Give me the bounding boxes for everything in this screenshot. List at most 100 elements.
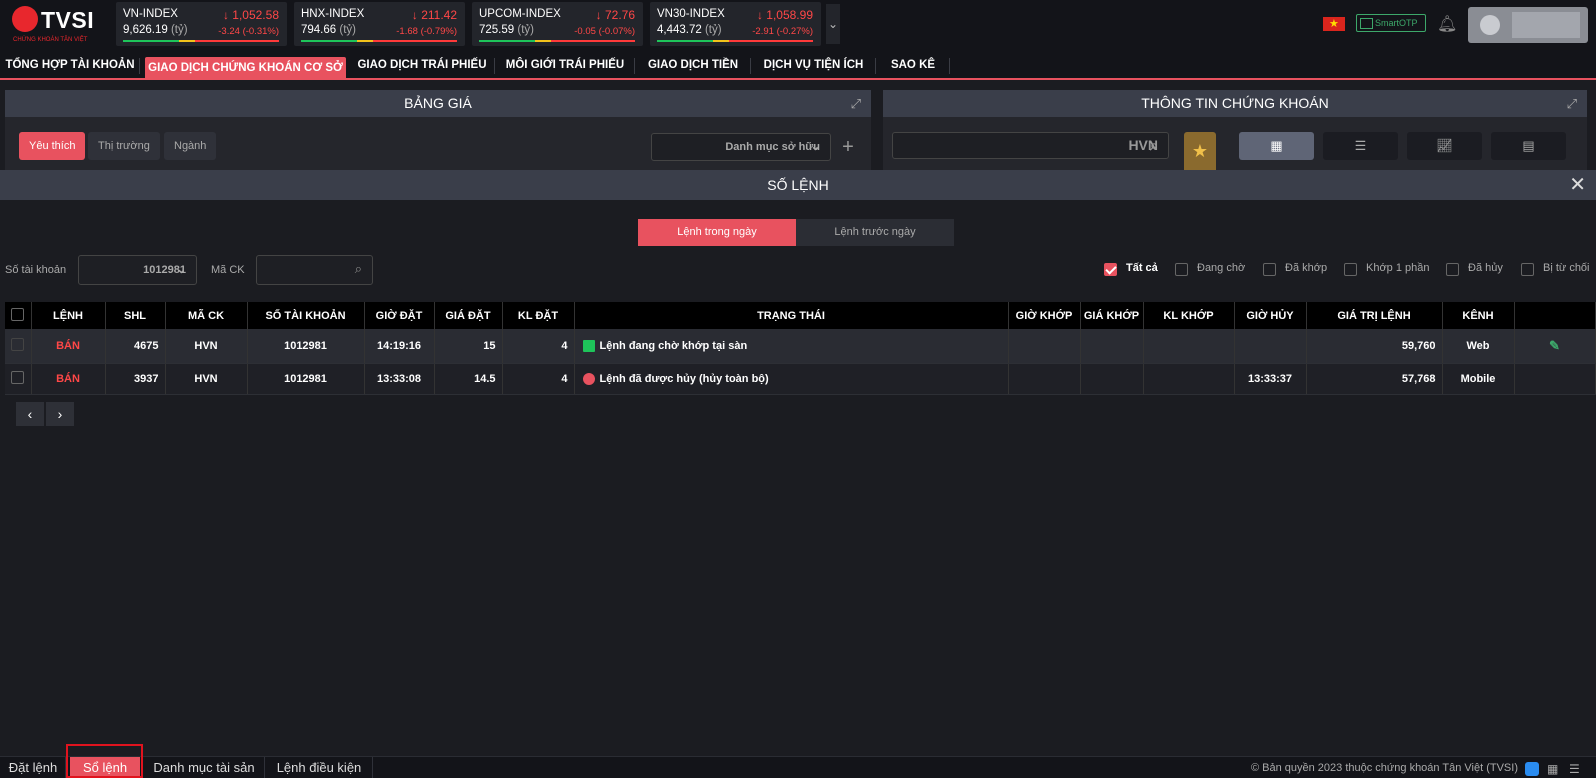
- order-book-title: SỐ LỆNH: [767, 177, 829, 193]
- order-book-modal: SỐ LỆNH ✕ Lệnh trong ngày Lệnh trước ngà…: [0, 170, 1596, 760]
- filter-partial-checkbox[interactable]: [1344, 263, 1357, 276]
- cell-order-price: 15: [434, 329, 503, 364]
- filter-partial-label: Khớp 1 phần: [1366, 262, 1430, 274]
- cell-order-qty: 4: [502, 363, 575, 395]
- nav-item-account-summary[interactable]: TỔNG HỢP TÀI KHOẢN: [0, 53, 140, 78]
- cell-edit: ✎: [1514, 329, 1596, 364]
- tab-previous-orders[interactable]: Lệnh trước ngày: [796, 219, 954, 246]
- price-board-header: BẢNG GIÁ ⤢: [5, 90, 871, 117]
- close-icon[interactable]: ✕: [1569, 170, 1586, 200]
- logo-tagline: CHỨNG KHOÁN TÂN VIỆT: [13, 37, 88, 43]
- col-order-time: GIỜ ĐẶT: [364, 302, 435, 329]
- watchlist-dropdown[interactable]: Danh mục sở hữu ⌄: [651, 133, 831, 161]
- chart-view-icon[interactable]: 📈︎: [1407, 132, 1482, 160]
- index-change: -2.91 (-0.27%): [752, 26, 813, 37]
- nav-item-stock-trading[interactable]: GIAO DỊCH CHỨNG KHOÁN CƠ SỞ: [145, 57, 346, 80]
- smartotp-button[interactable]: SmartOTP: [1356, 14, 1426, 32]
- select-all-checkbox[interactable]: [11, 307, 25, 321]
- row-select-cell: [5, 363, 32, 395]
- filter-pending-label: Đang chờ: [1197, 262, 1246, 274]
- nav-item-bond-brokerage[interactable]: MÔI GIỚI TRÁI PHIẾU: [495, 53, 635, 78]
- index-breadth-bar: [657, 40, 813, 42]
- col-channel: KÊNH: [1442, 302, 1515, 329]
- expand-icon[interactable]: ⤢: [1567, 90, 1577, 117]
- cell-match-time: [1008, 329, 1081, 364]
- hourglass-icon: [582, 340, 595, 353]
- tab-order-book[interactable]: Sổ lệnh: [70, 757, 140, 778]
- symbol-search-input[interactable]: ⌕: [256, 255, 373, 285]
- cell-match-price: [1080, 363, 1144, 395]
- cell-order-price: 14.5: [434, 363, 503, 395]
- chip-market[interactable]: Thị trường: [88, 132, 160, 160]
- filter-matched-checkbox[interactable]: [1263, 263, 1276, 276]
- cell-channel: Mobile: [1442, 363, 1515, 395]
- prev-page-chevron-left-icon[interactable]: ‹: [16, 402, 44, 426]
- bottom-tab-bar: Đặt lệnh Sổ lệnh Danh mục tài sản Lệnh đ…: [0, 756, 1596, 778]
- grid-layout-icon[interactable]: ▦: [1547, 762, 1561, 776]
- col-match-price: GIÁ KHỚP: [1080, 302, 1144, 329]
- select-all-cell: [5, 302, 32, 329]
- cell-order-value: 57,768: [1306, 363, 1443, 395]
- nav-item-statement[interactable]: SAO KÊ: [876, 53, 950, 78]
- cell-account: 1012981: [247, 329, 365, 364]
- main-nav: TỔNG HỢP TÀI KHOẢN GIAO DỊCH CHỨNG KHOÁN…: [0, 53, 1596, 80]
- index-card-hnxindex[interactable]: HNX-INDEX 794.66 (tỷ) ↓ 211.42 -1.68 (-0…: [294, 2, 465, 46]
- index-breadth-bar: [479, 40, 635, 42]
- stock-info-title: THÔNG TIN CHỨNG KHOÁN: [1141, 95, 1329, 111]
- order-book-view-icon[interactable]: ☰: [1323, 132, 1398, 160]
- col-order-price: GIÁ ĐẶT: [434, 302, 503, 329]
- index-card-vn30index[interactable]: VN30-INDEX 4,443.72 (tỷ) ↓ 1,058.99 -2.9…: [650, 2, 821, 46]
- chevron-down-icon: ⌄: [176, 264, 186, 276]
- filter-cancelled-checkbox[interactable]: [1446, 263, 1459, 276]
- index-price: ↓ 1,058.99: [756, 8, 813, 22]
- expand-icon[interactable]: ⤢: [851, 90, 861, 117]
- index-expand-chevron-icon[interactable]: ⌄: [826, 4, 840, 44]
- vietnam-flag-icon[interactable]: ★: [1323, 17, 1345, 31]
- filter-pending-checkbox[interactable]: [1175, 263, 1188, 276]
- chip-favorites[interactable]: Yêu thích: [19, 132, 86, 160]
- row-checkbox[interactable]: [11, 371, 25, 384]
- filter-all-checkbox[interactable]: [1104, 263, 1117, 276]
- filter-rejected-label: Bị từ chối: [1543, 262, 1590, 274]
- edit-icon[interactable]: ✎: [1549, 338, 1560, 353]
- table-row[interactable]: BÁN 4675 HVN 1012981 14:19:16 15 4 Lệnh …: [5, 329, 1596, 364]
- filter-cancelled-label: Đã hủy: [1468, 262, 1503, 274]
- col-order-qty: KL ĐẶT: [502, 302, 575, 329]
- user-menu[interactable]: [1468, 7, 1588, 43]
- tab-today-orders[interactable]: Lệnh trong ngày: [638, 219, 796, 246]
- search-icon: ⌕: [354, 261, 362, 276]
- cell-order-qty: 4: [502, 329, 575, 364]
- zalo-icon[interactable]: [1525, 762, 1539, 776]
- nav-item-utilities[interactable]: DỊCH VỤ TIỆN ÍCH: [751, 53, 876, 78]
- chip-sector[interactable]: Ngành: [164, 132, 217, 160]
- nav-item-bond-trading[interactable]: GIAO DỊCH TRÁI PHIẾU: [349, 53, 495, 78]
- news-view-icon[interactable]: ▤: [1491, 132, 1566, 160]
- row-select-cell: [5, 329, 32, 364]
- index-value: 794.66 (tỷ): [301, 24, 356, 36]
- cancelled-icon: [582, 373, 595, 386]
- cell-cancel-time: 13:33:37: [1234, 363, 1307, 395]
- logo[interactable]: TVSI CHỨNG KHOÁN TÂN VIỆT: [12, 6, 112, 46]
- row-checkbox[interactable]: [11, 338, 25, 351]
- cell-match-qty: [1143, 329, 1235, 364]
- nav-item-cash-transactions[interactable]: GIAO DỊCH TIỀN: [635, 53, 751, 78]
- bell-icon[interactable]: 🔔︎: [1437, 14, 1457, 34]
- tab-conditional-orders[interactable]: Lệnh điều kiện: [265, 757, 373, 778]
- filter-rejected-checkbox[interactable]: [1521, 263, 1534, 276]
- star-icon[interactable]: ★: [1184, 132, 1216, 174]
- grid-view-icon[interactable]: ▦: [1239, 132, 1314, 160]
- stock-search-input[interactable]: HVN ⌕: [892, 132, 1169, 159]
- index-card-upcomindex[interactable]: UPCOM-INDEX 725.59 (tỷ) ↓ 72.76 -0.05 (-…: [472, 2, 643, 46]
- col-cancel-time: GIỜ HỦY: [1234, 302, 1307, 329]
- add-watchlist-plus-icon[interactable]: +: [838, 133, 858, 161]
- next-page-chevron-right-icon[interactable]: ›: [46, 402, 74, 426]
- index-card-vnindex[interactable]: VN-INDEX 9,626.19 (tỷ) ↓ 1,052.58 -3.24 …: [116, 2, 287, 46]
- tab-portfolio[interactable]: Danh mục tài sản: [143, 757, 265, 778]
- table-row[interactable]: BÁN 3937 HVN 1012981 13:33:08 14.5 4 Lện…: [5, 363, 1596, 395]
- menu-icon[interactable]: ☰: [1569, 762, 1583, 776]
- account-select[interactable]: 1012981 ⌄: [78, 255, 197, 285]
- tab-place-order[interactable]: Đặt lệnh: [0, 757, 66, 778]
- index-name: VN-INDEX: [123, 8, 178, 20]
- cell-side: BÁN: [31, 329, 106, 364]
- index-name: HNX-INDEX: [301, 8, 365, 20]
